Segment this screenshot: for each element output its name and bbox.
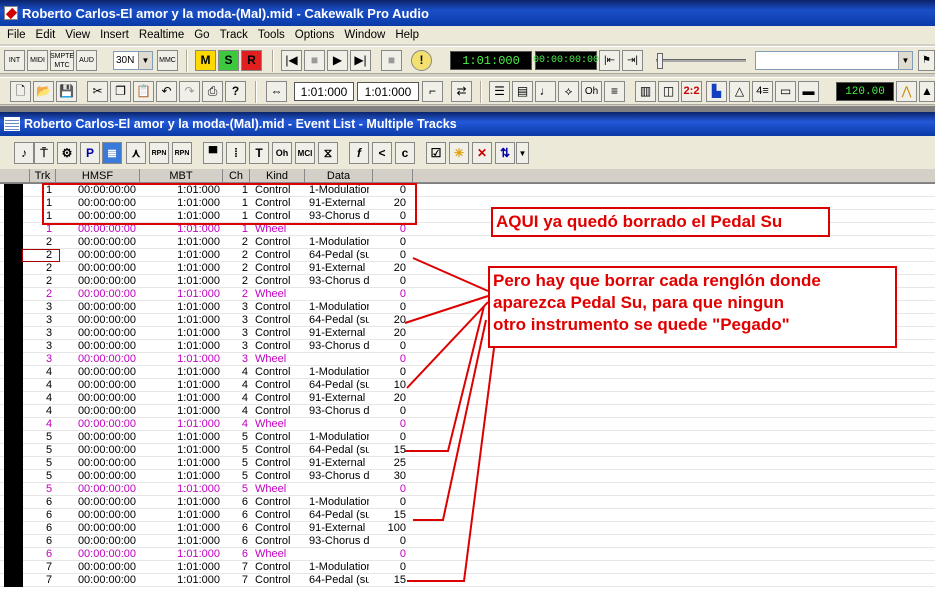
arrow-track-4 [406,301,489,389]
arrow-track-2 [412,257,489,292]
arrow-track-3 [404,295,489,324]
arrow-track-7 [407,347,495,582]
annotation-arrows [404,257,495,582]
